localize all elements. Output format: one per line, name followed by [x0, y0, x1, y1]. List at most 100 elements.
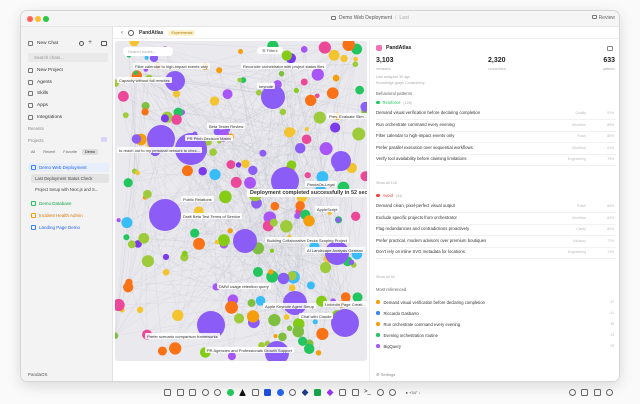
minimize-window-button[interactable] — [35, 16, 41, 22]
graph-node[interactable] — [141, 255, 154, 268]
triangle-icon[interactable] — [239, 389, 246, 396]
graph-node[interactable] — [273, 333, 278, 339]
graph-node[interactable] — [125, 278, 133, 286]
graph-node-label[interactable]: Reconcile orchestrator with project stat… — [241, 63, 327, 69]
calendar-icon[interactable] — [251, 389, 259, 396]
graph-node[interactable] — [117, 90, 129, 102]
graph-node[interactable] — [316, 327, 329, 341]
sidebar-item-skills[interactable]: Skills — [28, 91, 48, 97]
graph-node[interactable] — [248, 165, 258, 176]
project-demo-web-deployment[interactable]: Demo Web Deployment — [28, 163, 109, 172]
new-chat-button[interactable]: New Chat — [28, 41, 58, 46]
graph-node[interactable] — [298, 336, 308, 346]
graph-node[interactable] — [122, 112, 129, 119]
graph-node[interactable] — [325, 241, 349, 265]
graph-node[interactable] — [315, 350, 322, 356]
graph-node[interactable] — [300, 45, 308, 53]
graph-node[interactable] — [335, 217, 341, 223]
graph-node-label[interactable]: Apple Keynote Agent Setup — [263, 303, 316, 309]
most-referenced-item[interactable]: Run orchestrate command every evening 38 — [376, 319, 616, 329]
book-icon[interactable] — [581, 389, 588, 396]
graph-node-label[interactable]: keynote — [257, 83, 276, 89]
graph-node[interactable] — [269, 218, 278, 227]
graph-node[interactable] — [352, 127, 366, 141]
graph-node[interactable] — [300, 78, 308, 86]
terminal-icon[interactable]: >_ — [364, 389, 371, 396]
pattern-row[interactable]: Demand clean, pixel-perfect visual outpu… — [376, 203, 616, 213]
graph-node[interactable] — [219, 190, 232, 204]
graph-node[interactable] — [133, 70, 138, 76]
graph-node-label[interactable]: PR Agencies and Professionals Growth Sup… — [205, 347, 294, 353]
pattern-row[interactable]: Run orchestrate command every evening Wor… — [376, 122, 616, 132]
project-landing-page-demo[interactable]: Landing Page Demo — [28, 223, 109, 232]
graph-node[interactable] — [217, 234, 230, 247]
graph-node[interactable] — [121, 217, 133, 229]
graph-node[interactable] — [181, 250, 188, 257]
graph-node[interactable] — [294, 212, 301, 220]
graph-node[interactable] — [123, 234, 130, 241]
graph-node[interactable] — [286, 325, 293, 332]
folder-icon[interactable] — [351, 389, 359, 396]
graph-node[interactable] — [268, 313, 281, 327]
graph-node[interactable] — [277, 272, 290, 285]
graph-filters-button[interactable]: ☰ Filters — [257, 47, 283, 54]
graph-node-label[interactable]: AppleScript — [315, 206, 340, 212]
pattern-row[interactable]: Verify tool availability before claiming… — [376, 156, 616, 166]
chat-icon[interactable] — [176, 389, 184, 396]
settings-link[interactable]: ⚙ Settings — [376, 372, 395, 377]
graph-node[interactable] — [318, 41, 331, 54]
avoid-group[interactable]: Avoid (54) — [376, 193, 402, 198]
graph-node[interactable] — [278, 70, 285, 77]
graph-node[interactable] — [340, 54, 348, 63]
graph-node[interactable] — [169, 342, 182, 355]
zoom-window-button[interactable] — [43, 16, 49, 22]
graph-node[interactable] — [288, 284, 296, 292]
graph-node-label[interactable]: Building Collaborative Decks Scoping Pro… — [265, 237, 350, 243]
graph-node[interactable] — [304, 127, 309, 132]
graph-node-label[interactable]: PR Pitch Decision Matrix — [185, 135, 234, 141]
graph-node[interactable] — [278, 332, 287, 342]
reinforce-group[interactable]: Reinforce (128) — [376, 100, 412, 105]
graph-node[interactable] — [304, 172, 311, 179]
graph-node[interactable] — [162, 269, 170, 276]
graph-node[interactable] — [171, 114, 182, 125]
graph-node[interactable] — [135, 170, 140, 176]
pattern-row[interactable]: Prefer practical, modern advisors over p… — [376, 238, 616, 248]
window-icon[interactable] — [339, 389, 346, 396]
graph-node[interactable] — [149, 199, 181, 231]
graph-node[interactable] — [268, 269, 274, 275]
graph-node[interactable] — [141, 108, 149, 116]
graph-node[interactable] — [209, 168, 221, 181]
filter-chip-recent[interactable]: Recent — [40, 149, 58, 155]
app-blue-icon[interactable] — [264, 389, 271, 396]
graph-node[interactable] — [351, 211, 361, 221]
graph-node[interactable] — [303, 343, 315, 355]
graph-node[interactable] — [279, 108, 287, 116]
agent-active-icon[interactable] — [226, 389, 234, 396]
graph-node[interactable] — [216, 67, 223, 74]
graph-node[interactable] — [295, 200, 305, 211]
project-incident-health-admin[interactable]: Incident Health Admin — [28, 211, 109, 220]
graph-node[interactable] — [238, 48, 244, 54]
chat-item-last-deployment[interactable]: Last Deployment Status Check — [31, 174, 109, 183]
graph-node-label[interactable]: Beta Tester Review — [207, 123, 246, 129]
graph-node[interactable] — [233, 229, 257, 253]
graph-node[interactable] — [353, 56, 358, 62]
pattern-row[interactable]: Demand visual verification before declar… — [376, 110, 616, 120]
graph-node[interactable] — [172, 90, 181, 98]
filter-chip-demo[interactable]: Demo — [81, 149, 99, 155]
graph-node-label[interactable]: DMW usage retention query — [217, 283, 271, 289]
graph-node[interactable] — [287, 127, 296, 136]
graph-node[interactable] — [237, 77, 242, 83]
graph-node[interactable] — [136, 306, 144, 314]
graph-node[interactable] — [252, 266, 263, 277]
projects-filter-icon[interactable] — [101, 137, 107, 142]
sidebar-item-integrations[interactable]: Integrations — [28, 114, 62, 120]
panel-menu-icon[interactable] — [607, 46, 613, 51]
pattern-row[interactable]: Exclude specific projects from orchestra… — [376, 215, 616, 225]
graph-node[interactable] — [269, 248, 275, 253]
globe-icon[interactable] — [389, 389, 396, 396]
home-icon[interactable] — [164, 389, 171, 396]
most-referenced-item[interactable]: Demand visual verification before declar… — [376, 297, 616, 307]
graph-node[interactable] — [283, 314, 290, 320]
